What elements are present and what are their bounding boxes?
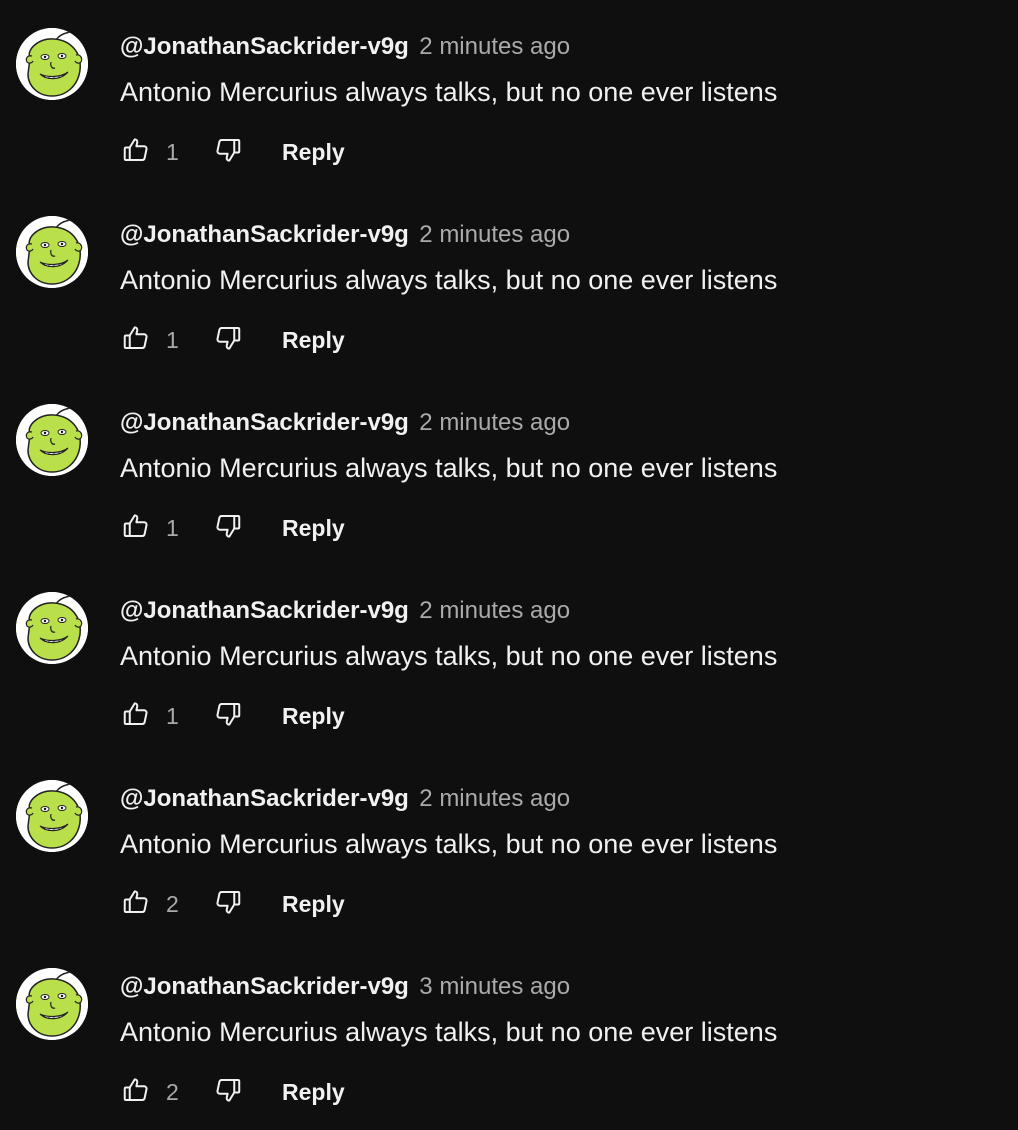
comments-list: @JonathanSackrider-v9g 2 minutes ago Ant…: [0, 0, 1018, 1130]
like-button[interactable]: [112, 128, 160, 176]
thumbs-down-icon: [213, 699, 243, 734]
dislike-button[interactable]: [204, 504, 252, 552]
thumbs-up-icon: [121, 323, 151, 358]
thumbs-down-icon: [213, 323, 243, 358]
like-count: 1: [166, 514, 179, 541]
thumbs-down-icon: [213, 1075, 243, 1110]
comment-header: @JonathanSackrider-v9g 2 minutes ago: [120, 406, 570, 440]
avatar[interactable]: [16, 216, 88, 288]
like-count: 1: [166, 702, 179, 729]
comment-text: Antonio Mercurius always talks, but no o…: [120, 77, 778, 107]
comment-timestamp[interactable]: 2 minutes ago: [419, 33, 570, 60]
dislike-button[interactable]: [204, 880, 252, 928]
reply-button[interactable]: Reply: [270, 693, 357, 740]
reply-button[interactable]: Reply: [270, 129, 357, 176]
reply-button[interactable]: Reply: [270, 505, 357, 552]
comment-thread: @JonathanSackrider-v9g 2 minutes ago Ant…: [0, 752, 1018, 940]
comment-author[interactable]: @JonathanSackrider-v9g: [120, 973, 409, 1000]
comment-thread: @JonathanSackrider-v9g 2 minutes ago Ant…: [0, 188, 1018, 376]
like-count: 2: [166, 1078, 179, 1105]
comment-author[interactable]: @JonathanSackrider-v9g: [120, 221, 409, 248]
like-button[interactable]: [112, 692, 160, 740]
like-count: 2: [166, 890, 179, 917]
comment-action-bar: 2 Reply: [112, 1068, 357, 1116]
avatar[interactable]: [16, 780, 88, 852]
comment-action-bar: 2 Reply: [112, 880, 357, 928]
thumbs-up-icon: [121, 135, 151, 170]
comment-thread: @JonathanSackrider-v9g 2 minutes ago Ant…: [0, 376, 1018, 564]
dislike-button[interactable]: [204, 316, 252, 364]
dislike-button[interactable]: [204, 1068, 252, 1116]
comment-timestamp[interactable]: 3 minutes ago: [419, 973, 570, 1000]
comment-author[interactable]: @JonathanSackrider-v9g: [120, 785, 409, 812]
comment-timestamp[interactable]: 2 minutes ago: [419, 597, 570, 624]
thumbs-down-icon: [213, 887, 243, 922]
avatar[interactable]: [16, 592, 88, 664]
thumbs-up-icon: [121, 887, 151, 922]
comment-text: Antonio Mercurius always talks, but no o…: [120, 453, 778, 483]
reply-button[interactable]: Reply: [270, 1069, 357, 1116]
comment-action-bar: 1 Reply: [112, 504, 357, 552]
comment-timestamp[interactable]: 2 minutes ago: [419, 785, 570, 812]
comment-text: Antonio Mercurius always talks, but no o…: [120, 1017, 778, 1047]
comment-header: @JonathanSackrider-v9g 3 minutes ago: [120, 970, 570, 1004]
avatar[interactable]: [16, 968, 88, 1040]
comment-text: Antonio Mercurius always talks, but no o…: [120, 265, 778, 295]
thumbs-down-icon: [213, 511, 243, 546]
comment-action-bar: 1 Reply: [112, 316, 357, 364]
avatar[interactable]: [16, 28, 88, 100]
comment-timestamp[interactable]: 2 minutes ago: [419, 221, 570, 248]
comment-header: @JonathanSackrider-v9g 2 minutes ago: [120, 218, 570, 252]
like-button[interactable]: [112, 1068, 160, 1116]
comment-author[interactable]: @JonathanSackrider-v9g: [120, 597, 409, 624]
avatar[interactable]: [16, 404, 88, 476]
comment-text: Antonio Mercurius always talks, but no o…: [120, 829, 778, 859]
thumbs-up-icon: [121, 511, 151, 546]
comment-thread: @JonathanSackrider-v9g 3 minutes ago Ant…: [0, 940, 1018, 1128]
like-button[interactable]: [112, 880, 160, 928]
comment-action-bar: 1 Reply: [112, 128, 357, 176]
thumbs-down-icon: [213, 135, 243, 170]
like-count: 1: [166, 326, 179, 353]
comment-text: Antonio Mercurius always talks, but no o…: [120, 641, 778, 671]
comment-author[interactable]: @JonathanSackrider-v9g: [120, 33, 409, 60]
like-button[interactable]: [112, 504, 160, 552]
comment-header: @JonathanSackrider-v9g 2 minutes ago: [120, 30, 570, 64]
comment-header: @JonathanSackrider-v9g 2 minutes ago: [120, 594, 570, 628]
like-button[interactable]: [112, 316, 160, 364]
dislike-button[interactable]: [204, 128, 252, 176]
dislike-button[interactable]: [204, 692, 252, 740]
like-count: 1: [166, 138, 179, 165]
comment-header: @JonathanSackrider-v9g 2 minutes ago: [120, 782, 570, 816]
comment-action-bar: 1 Reply: [112, 692, 357, 740]
comment-thread: @JonathanSackrider-v9g 2 minutes ago Ant…: [0, 0, 1018, 188]
comment-timestamp[interactable]: 2 minutes ago: [419, 409, 570, 436]
thumbs-up-icon: [121, 699, 151, 734]
reply-button[interactable]: Reply: [270, 317, 357, 364]
thumbs-up-icon: [121, 1075, 151, 1110]
comment-author[interactable]: @JonathanSackrider-v9g: [120, 409, 409, 436]
reply-button[interactable]: Reply: [270, 881, 357, 928]
comment-thread: @JonathanSackrider-v9g 2 minutes ago Ant…: [0, 564, 1018, 752]
